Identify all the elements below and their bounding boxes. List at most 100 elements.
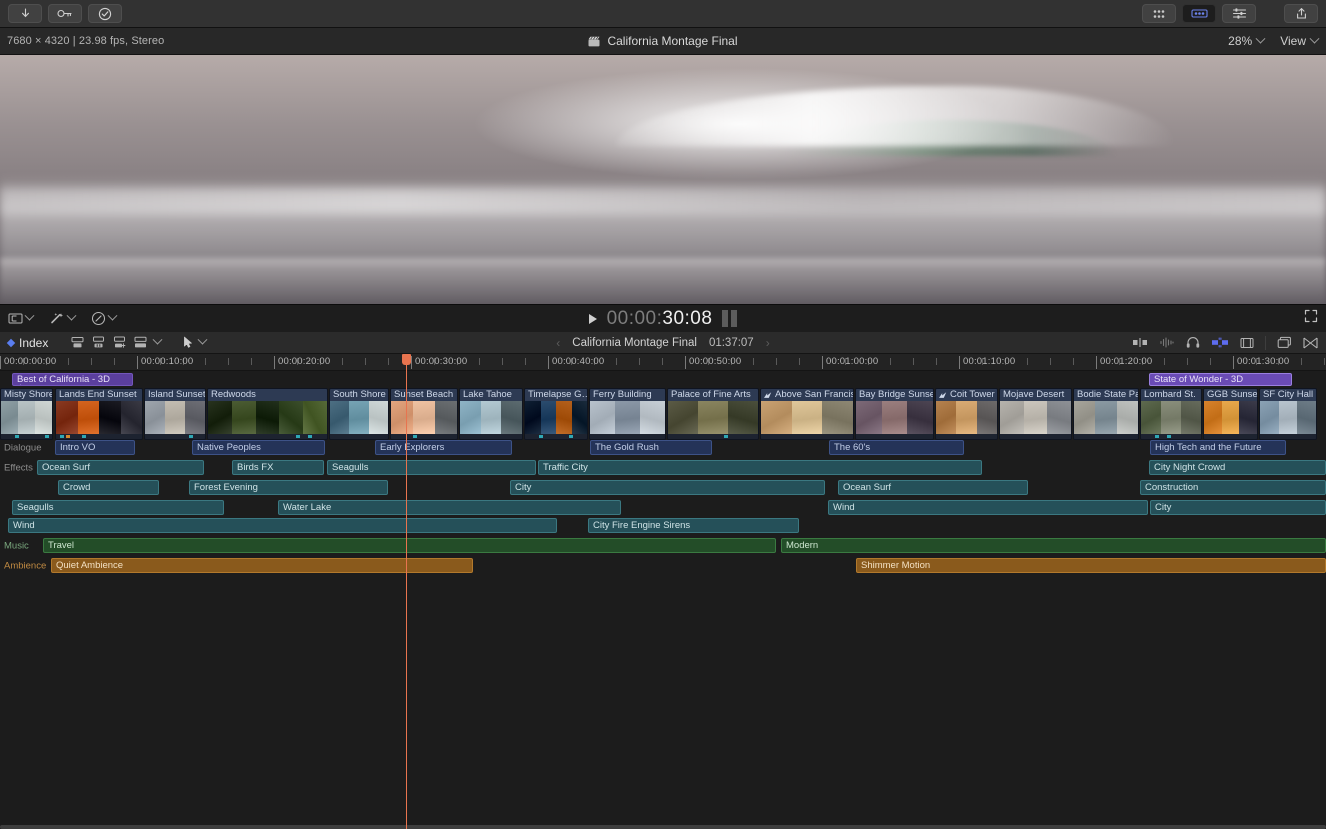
clip-marker[interactable] — [569, 435, 573, 438]
audio-lane[interactable]: MusicTravelModern — [0, 538, 1326, 553]
view-menu[interactable]: View — [1280, 34, 1318, 48]
audio-clip[interactable]: Traffic City — [538, 460, 982, 475]
video-clip[interactable]: Ferry Building — [589, 388, 666, 440]
overwrite-clip-icon[interactable] — [133, 336, 148, 349]
audio-clip[interactable]: The Gold Rush — [590, 440, 712, 455]
video-clip[interactable]: Mojave Desert — [999, 388, 1072, 440]
timeline-lanes[interactable]: Best of California - 3D State of Wonder -… — [0, 371, 1326, 580]
clip-marker[interactable] — [82, 435, 86, 438]
audio-clip[interactable]: Wind — [828, 500, 1148, 515]
video-clip[interactable]: Timelapse G… — [524, 388, 588, 440]
audio-clip[interactable]: Birds FX — [232, 460, 324, 475]
audio-clip[interactable]: City Night Crowd — [1149, 460, 1326, 475]
audio-lane[interactable]: DialogueIntro VONative PeoplesEarly Expl… — [0, 440, 1326, 455]
audio-clip[interactable]: Water Lake — [278, 500, 621, 515]
audio-clip[interactable]: Seagulls — [327, 460, 536, 475]
clip-marker[interactable] — [413, 435, 417, 438]
keywords-button[interactable] — [48, 4, 82, 23]
zoom-level-menu[interactable]: 28% — [1228, 34, 1264, 48]
audio-clip[interactable]: Forest Evening — [189, 480, 388, 495]
crossfade-icon[interactable] — [1303, 337, 1318, 349]
connect-clip-icon[interactable] — [70, 336, 85, 349]
audio-lane[interactable]: EffectsOcean SurfBirds FXSeagullsTraffic… — [0, 460, 1326, 475]
title-clip[interactable]: State of Wonder - 3D — [1149, 373, 1292, 386]
scrollbar-thumb[interactable] — [0, 825, 1326, 829]
timeline-view-button[interactable] — [1182, 4, 1216, 23]
share-button[interactable] — [1284, 4, 1318, 23]
audio-clip[interactable]: Quiet Ambience — [51, 558, 473, 573]
audio-clip[interactable]: Native Peoples — [192, 440, 325, 455]
audio-lane[interactable]: AmbienceQuiet AmbienceShimmer Motion — [0, 558, 1326, 573]
clip-marker[interactable] — [539, 435, 543, 438]
clip-marker[interactable] — [296, 435, 300, 438]
playhead-handle[interactable] — [402, 354, 411, 365]
windows-icon[interactable] — [1277, 336, 1292, 349]
clip-marker[interactable] — [45, 435, 49, 438]
audio-clip[interactable]: Early Explorers — [375, 440, 512, 455]
inspector-button[interactable] — [1222, 4, 1256, 23]
audio-clip[interactable]: The 60's — [829, 440, 964, 455]
clip-marker[interactable] — [15, 435, 19, 438]
clip-marker[interactable] — [66, 435, 70, 438]
video-clip[interactable]: Palace of Fine Arts — [667, 388, 759, 440]
video-clip[interactable]: Lombard St. — [1140, 388, 1202, 440]
arrow-pointer-icon[interactable] — [183, 336, 193, 349]
audio-clip[interactable]: Wind — [8, 518, 557, 533]
audio-clip[interactable]: Construction — [1140, 480, 1326, 495]
clip-marker[interactable] — [60, 435, 64, 438]
insert-clip-icon[interactable] — [91, 336, 106, 349]
rating-favorite-button[interactable] — [88, 4, 122, 23]
waveform-icon[interactable] — [1159, 337, 1175, 348]
browser-grid-button[interactable] — [1142, 4, 1176, 23]
video-clip[interactable]: Lands End Sunset — [55, 388, 143, 440]
timeline-index-button[interactable]: Index — [8, 336, 48, 350]
headphones-icon[interactable] — [1186, 336, 1200, 349]
audio-clip[interactable]: Travel — [43, 538, 776, 553]
audio-clip[interactable]: Crowd — [58, 480, 159, 495]
clip-marker[interactable] — [1155, 435, 1159, 438]
audio-clip[interactable]: City — [510, 480, 825, 495]
video-clip[interactable]: GGB Sunset — [1203, 388, 1258, 440]
audio-clip[interactable]: Seagulls — [12, 500, 224, 515]
video-clip[interactable]: Coit Tower — [935, 388, 998, 440]
video-clip[interactable]: Bodie State Park — [1073, 388, 1139, 440]
clip-skimming-icon[interactable] — [1132, 337, 1148, 348]
video-clip[interactable]: Above San Francisco — [760, 388, 854, 440]
clip-marker[interactable] — [189, 435, 193, 438]
audio-clip[interactable]: Intro VO — [55, 440, 135, 455]
video-clip[interactable]: SF City Hall — [1259, 388, 1317, 440]
clip-marker[interactable] — [1167, 435, 1171, 438]
retime-menu[interactable] — [91, 311, 116, 326]
audio-clip[interactable]: Ocean Surf — [838, 480, 1028, 495]
timeline-panel[interactable]: 00:00:00:0000:00:10:0000:00:20:0000:00:3… — [0, 354, 1326, 829]
audio-clip[interactable]: Modern — [781, 538, 1326, 553]
title-lane[interactable]: Best of California - 3D State of Wonder -… — [0, 371, 1326, 388]
audio-lane[interactable]: Crowd Forest Evening City Ocean Surf Constru… — [0, 480, 1326, 495]
video-clip[interactable]: Island Sunset — [144, 388, 206, 440]
video-clip[interactable]: Bay Bridge Sunset — [855, 388, 934, 440]
audio-clip[interactable]: Shimmer Motion — [856, 558, 1326, 573]
clip-marker[interactable] — [308, 435, 312, 438]
video-clip[interactable]: Lake Tahoe — [459, 388, 523, 440]
viewer-canvas[interactable] — [0, 55, 1326, 304]
audio-clip[interactable]: Ocean Surf — [37, 460, 204, 475]
expand-arrows-icon[interactable] — [1304, 309, 1318, 323]
audio-clip[interactable]: City — [1150, 500, 1326, 515]
snapping-icon[interactable] — [1211, 337, 1229, 348]
title-clip[interactable]: Best of California - 3D — [12, 373, 133, 386]
primary-storyline[interactable]: Misty ShoreLands End SunsetIsland Sunset… — [0, 388, 1326, 440]
video-clip[interactable]: Redwoods — [207, 388, 328, 440]
audio-lane[interactable]: Wind City Fire Engine Sirens — [0, 518, 1326, 533]
horizontal-scrollbar[interactable] — [0, 825, 1326, 829]
audio-clip[interactable]: High Tech and the Future — [1150, 440, 1286, 455]
append-clip-icon[interactable] — [112, 336, 127, 349]
audio-lane[interactable]: Seagulls Water Lake WindCity — [0, 500, 1326, 515]
enhancements-menu[interactable] — [49, 312, 75, 325]
video-clip[interactable]: South Shore — [329, 388, 389, 440]
chevron-down-icon[interactable] — [153, 335, 163, 345]
transform-tools-menu[interactable] — [8, 312, 33, 325]
audio-clip[interactable]: City Fire Engine Sirens — [588, 518, 799, 533]
video-clip[interactable]: Misty Shore — [0, 388, 53, 440]
filmstrip-panel-icon[interactable] — [1240, 337, 1254, 349]
timeline-ruler[interactable]: 00:00:00:0000:00:10:0000:00:20:0000:00:3… — [0, 354, 1326, 371]
